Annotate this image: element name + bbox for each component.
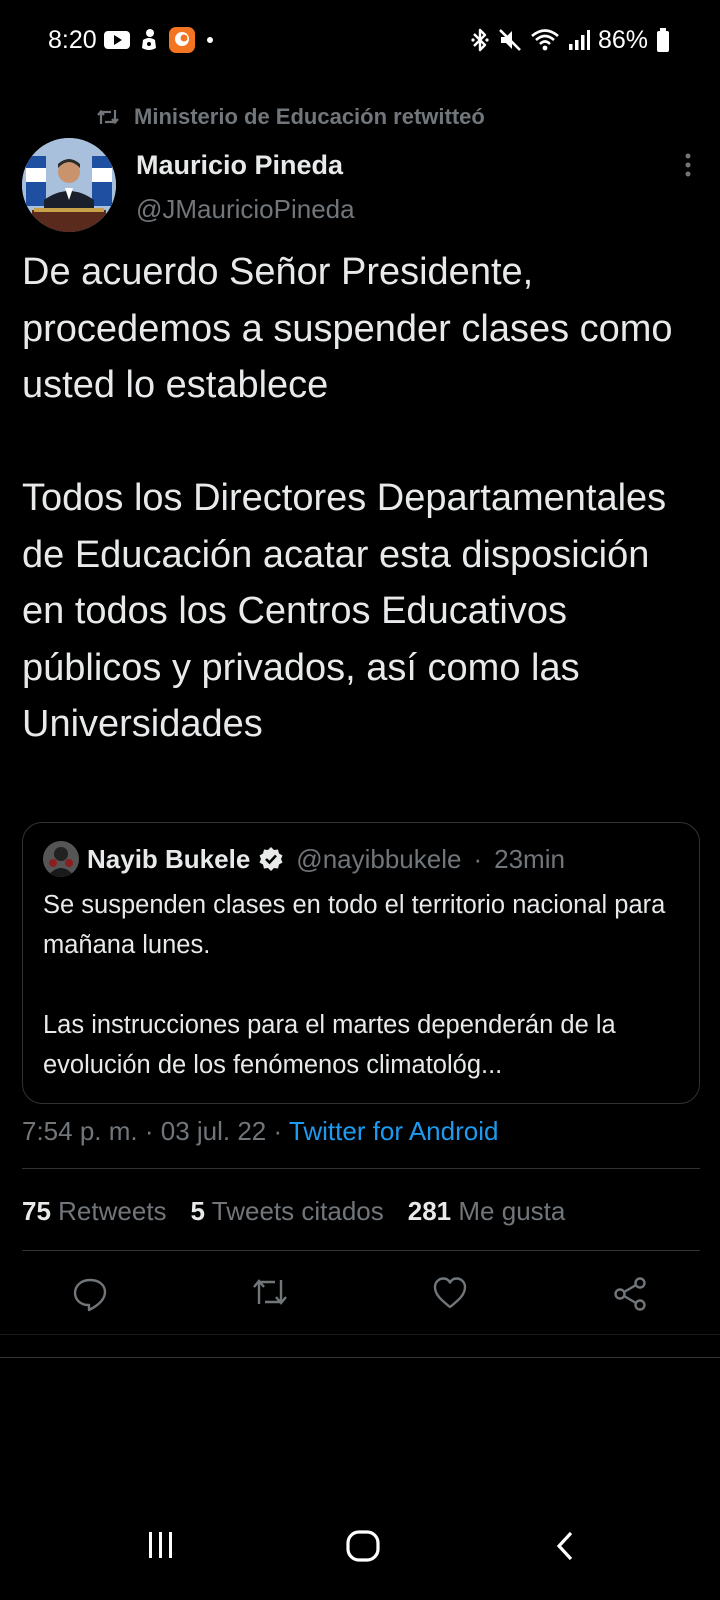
- quoted-author-handle: @nayibbukele: [296, 843, 462, 874]
- likes-label: Me gusta: [458, 1196, 566, 1226]
- tweet-stats: 75 Retweets 5 Tweets citados 281 Me gust…: [22, 1196, 565, 1227]
- quoted-author-avatar: [43, 841, 79, 877]
- paragraph-break: [43, 965, 683, 1005]
- quoted-tweet-header: Nayib Bukele @nayibbukele · 23min: [43, 841, 565, 877]
- tweet-paragraph: Todos los Directores Departamentales de …: [22, 477, 667, 745]
- quoted-tweet[interactable]: Nayib Bukele @nayibbukele · 23min Se sus…: [22, 822, 700, 1104]
- retweets-stat[interactable]: 75 Retweets: [22, 1196, 167, 1227]
- tweet-meta: 7:54 p. m. · 03 jul. 22 · Twitter for An…: [22, 1116, 498, 1147]
- dot-icon: [205, 35, 215, 45]
- divider: [0, 1334, 720, 1335]
- quoted-paragraph: Las instrucciones para el martes depende…: [43, 1011, 616, 1079]
- home-icon[interactable]: [346, 1530, 380, 1567]
- crunchyroll-icon: [168, 26, 196, 54]
- quotes-label: Tweets citados: [211, 1196, 384, 1226]
- quoted-author-name: Nayib Bukele: [87, 843, 251, 874]
- likes-stat[interactable]: 281 Me gusta: [408, 1196, 566, 1227]
- quoted-tweet-time: 23min: [494, 843, 565, 874]
- system-nav-bar: [0, 1520, 720, 1600]
- battery-icon: [656, 27, 670, 53]
- like-heart-icon[interactable]: [432, 1276, 468, 1315]
- more-options-icon[interactable]: [684, 152, 692, 183]
- paragraph-break: [22, 414, 698, 471]
- signal-icon: [568, 28, 590, 52]
- retweets-count: 75: [22, 1196, 51, 1226]
- separator-dot: ·: [266, 1116, 289, 1146]
- share-icon[interactable]: [612, 1276, 648, 1317]
- tweet-time: 7:54 p. m.: [22, 1116, 138, 1146]
- tweet-paragraph: De acuerdo Señor Presidente, procedemos …: [22, 251, 673, 406]
- tweet-actions: [0, 1276, 720, 1316]
- app-notification-icon: [139, 28, 159, 52]
- quoted-tweet-text: Se suspenden clases en todo el territori…: [43, 885, 683, 1085]
- retweet-icon: [96, 108, 120, 126]
- retweet-context-text: Ministerio de Educación retwitteó: [134, 104, 485, 129]
- author-avatar[interactable]: [22, 138, 116, 232]
- mute-icon: [498, 27, 522, 53]
- reply-icon[interactable]: [72, 1276, 108, 1317]
- author-name[interactable]: Mauricio Pineda: [136, 150, 343, 181]
- bluetooth-icon: [470, 27, 490, 53]
- recent-apps-icon[interactable]: [146, 1530, 176, 1565]
- retweet-action-icon[interactable]: [250, 1276, 290, 1313]
- author-handle[interactable]: @JMauricioPineda: [136, 194, 355, 225]
- tweet-source-link[interactable]: Twitter for Android: [289, 1116, 499, 1146]
- status-bar: 8:20 86%: [0, 0, 720, 80]
- back-icon[interactable]: [554, 1530, 576, 1567]
- quotes-count: 5: [190, 1196, 206, 1226]
- divider: [22, 1168, 700, 1169]
- notification-icons: [104, 26, 215, 54]
- retweets-label: Retweets: [58, 1196, 167, 1226]
- battery-percent: 86%: [597, 25, 648, 54]
- divider: [0, 1357, 720, 1358]
- tweet-date: 03 jul. 22: [160, 1116, 267, 1146]
- wifi-icon: [530, 27, 560, 53]
- tweet-text: De acuerdo Señor Presidente, procedemos …: [22, 244, 698, 753]
- separator-dot: ·: [137, 1116, 161, 1146]
- likes-count: 281: [407, 1196, 452, 1226]
- system-icons: 86%: [470, 26, 670, 54]
- divider: [22, 1250, 700, 1251]
- retweet-context[interactable]: Ministerio de Educación retwitteó: [96, 104, 485, 130]
- status-time: 8:20: [48, 26, 97, 54]
- verified-badge-icon: [258, 846, 284, 872]
- quoted-paragraph: Se suspenden clases en todo el territori…: [43, 891, 666, 959]
- youtube-icon: [104, 30, 130, 50]
- quotes-stat[interactable]: 5 Tweets citados: [191, 1196, 384, 1227]
- separator-dot: ·: [473, 843, 483, 874]
